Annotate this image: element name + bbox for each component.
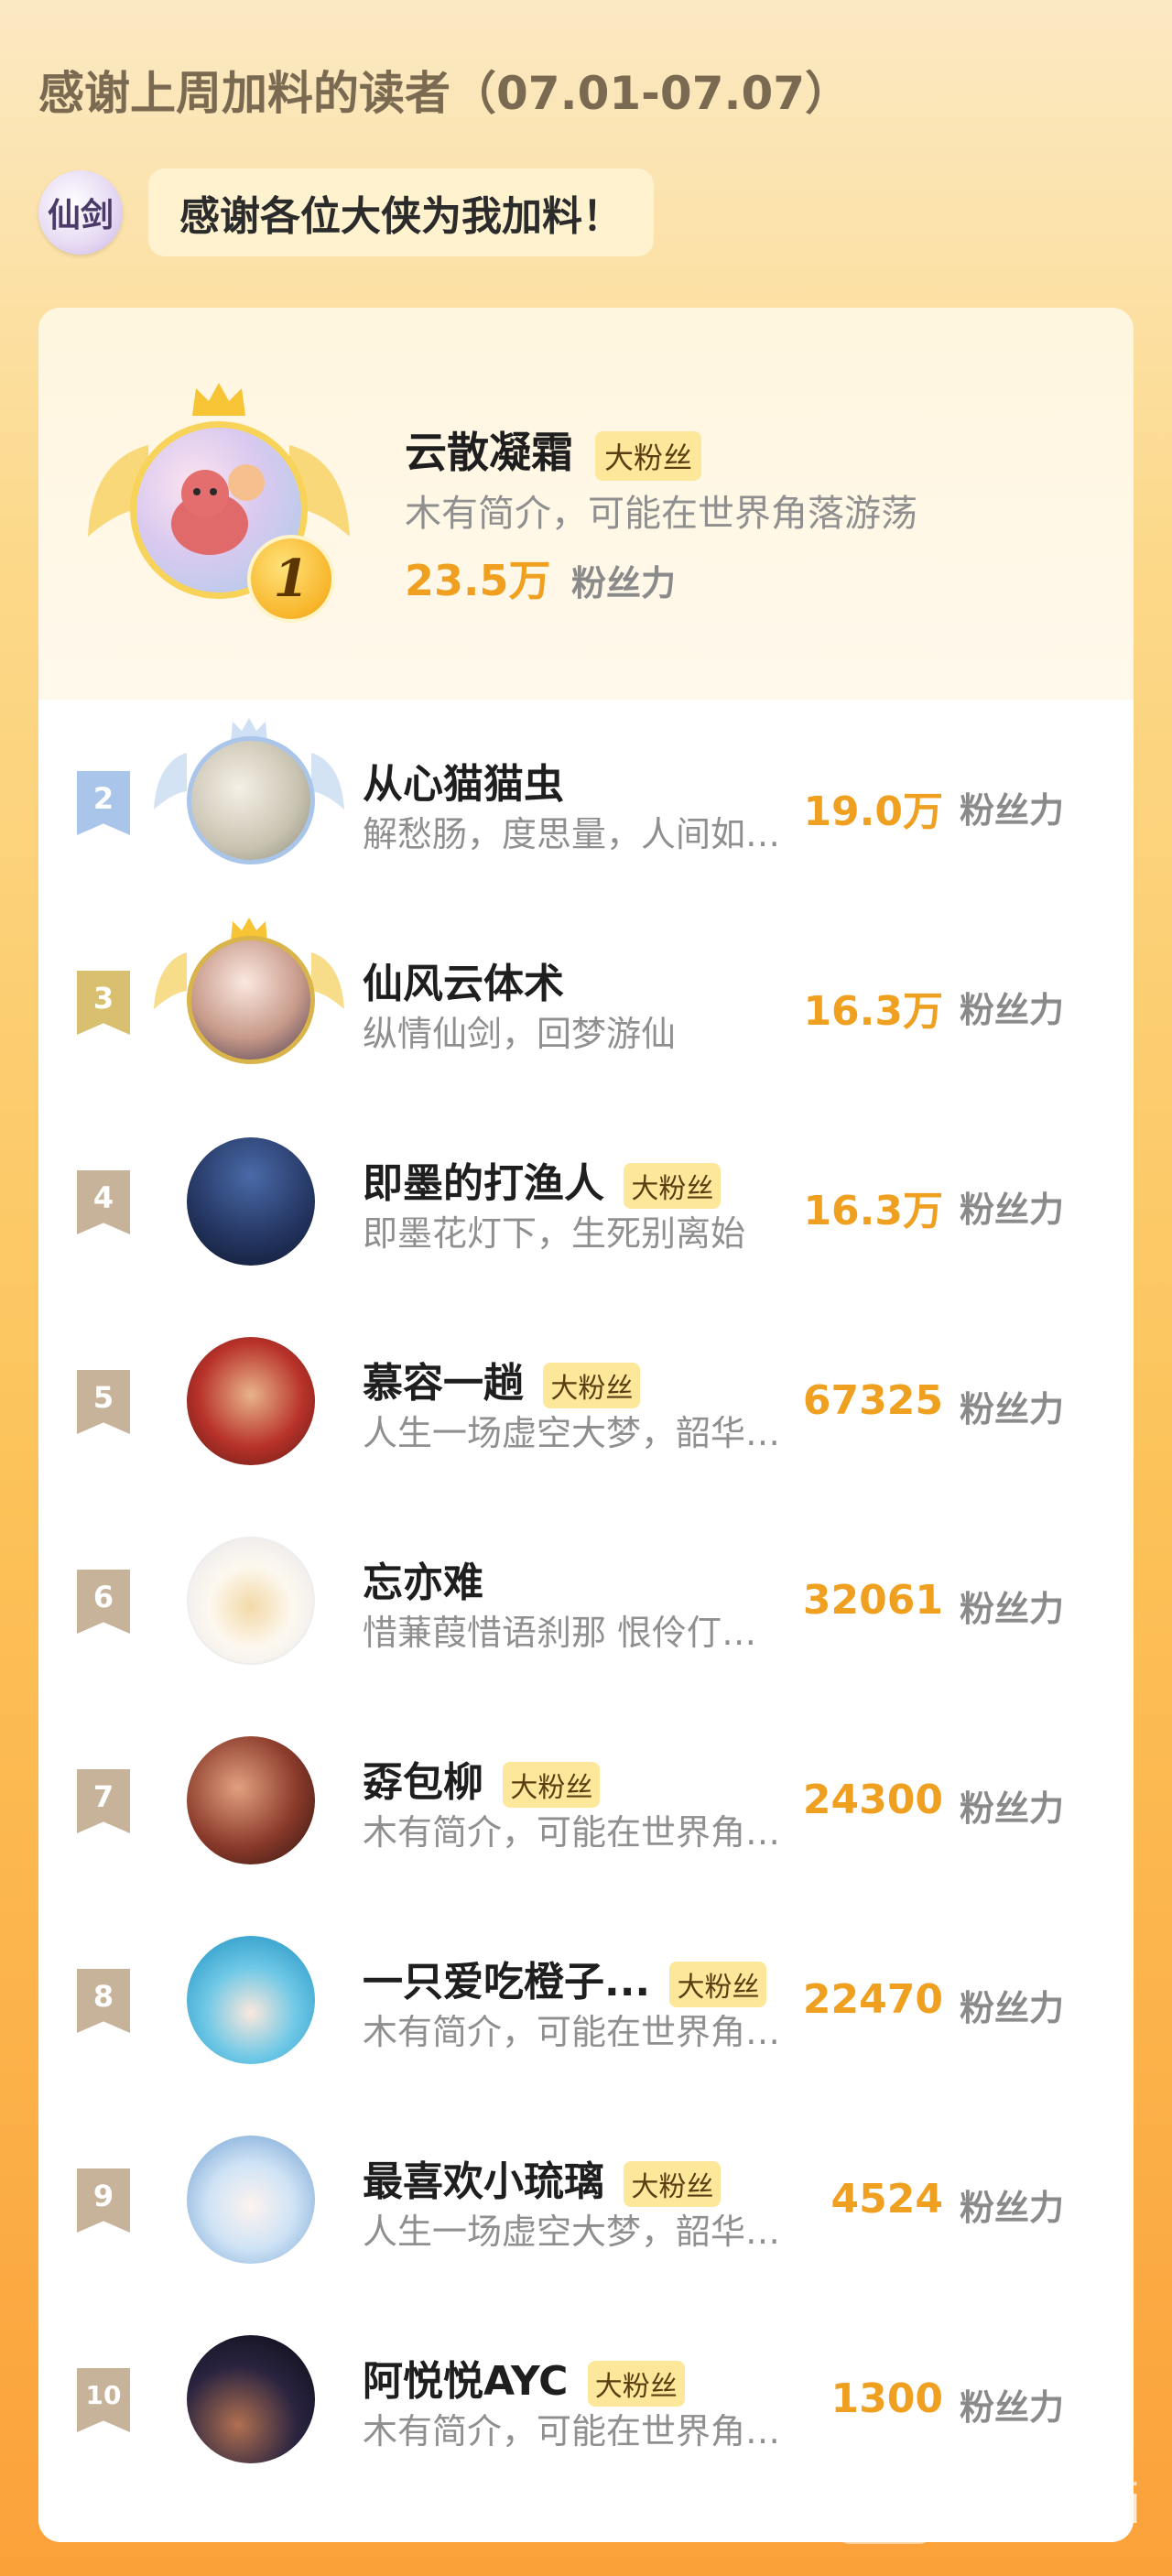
reader-name: 慕容一趟 大粉丝 — [363, 1350, 641, 1408]
kuaikan-watermark: 快看! 快看漫画 — [835, 2452, 1141, 2544]
top-reader-points: 23.5万 — [405, 556, 551, 605]
reader-description: 木有简介，可能在世界角… — [363, 2411, 781, 2451]
reader-name-text: 一只爱吃橙子... — [363, 1959, 651, 2005]
rank-flag: 3 — [77, 971, 130, 1035]
rank-flag: 8 — [77, 1969, 130, 2033]
reader-points: 1300 — [830, 2375, 943, 2422]
left-wing-icon — [154, 952, 187, 1009]
right-wing-icon — [311, 952, 344, 1009]
rank-1-medal: 1 — [247, 535, 335, 623]
reader-avatar — [187, 736, 315, 864]
reader-points: 24300 — [802, 1777, 943, 1823]
top-reader-points-unit: 粉丝力 — [571, 563, 677, 603]
kuaikan-watermark-text: 快看漫画 — [950, 2475, 1142, 2531]
reader-name: 阿悦悦AYC 大粉丝 — [363, 2348, 685, 2407]
reader-description: 人生一场虚空大梦，韶华… — [363, 1413, 781, 1453]
reader-points: 16.3万 — [803, 1188, 943, 1234]
reader-name-text: 阿悦悦AYC — [363, 2358, 569, 2405]
reader-points-unit: 粉丝力 — [960, 1788, 1065, 1829]
big-fan-badge: 大粉丝 — [595, 430, 702, 481]
top-reader-name: 云散凝霜 大粉丝 — [405, 419, 702, 481]
rank-flag: 4 — [77, 1170, 130, 1234]
reader-avatar — [187, 1137, 315, 1266]
reader-points-unit: 粉丝力 — [960, 790, 1065, 831]
reader-name: 一只爱吃橙子... 大粉丝 — [363, 1949, 767, 2007]
thanks-speech-bubble: 感谢各位大侠为我加料！ — [148, 168, 654, 256]
reader-avatar — [187, 1537, 315, 1665]
reader-points: 16.3万 — [803, 988, 943, 1035]
reader-name-text: 最喜欢小琉璃 — [363, 2158, 604, 2205]
big-fan-badge: 大粉丝 — [669, 1962, 767, 2007]
reader-avatar — [187, 1337, 315, 1465]
rank-flag: 9 — [77, 2168, 130, 2233]
reader-description: 木有简介，可能在世界角… — [363, 2012, 781, 2052]
reader-avatar — [187, 936, 315, 1064]
rank-flag: 5 — [77, 1370, 130, 1434]
reader-name: 最喜欢小琉璃 大粉丝 — [363, 2148, 722, 2207]
rank-flag: 6 — [77, 1570, 130, 1634]
reader-name: 忘亦难 — [363, 1560, 483, 1606]
reader-avatar — [187, 2136, 315, 2264]
big-fan-badge: 大粉丝 — [503, 1762, 601, 1808]
reader-points-unit: 粉丝力 — [960, 1589, 1065, 1629]
reader-points: 22470 — [802, 1976, 943, 2023]
reader-description: 解愁肠，度思量，人间如… — [363, 814, 781, 854]
reader-description: 纵情仙剑，回梦游仙 — [363, 1014, 677, 1054]
rank-flag: 10 — [77, 2368, 130, 2432]
right-wing-icon — [311, 753, 344, 810]
reader-name: 仙风云体术 — [363, 961, 564, 1007]
big-fan-badge: 大粉丝 — [587, 2361, 685, 2407]
reader-avatar — [187, 1936, 315, 2064]
reader-points-unit: 粉丝力 — [960, 2387, 1065, 2428]
reader-description: 木有简介，可能在世界角… — [363, 1812, 781, 1853]
reader-points-unit: 粉丝力 — [960, 1190, 1065, 1230]
reader-points: 32061 — [802, 1577, 943, 1624]
reader-points: 19.0万 — [803, 788, 943, 835]
reader-name-text: 孬包柳 — [363, 1759, 483, 1806]
reader-description: 即墨花灯下，生死别离始 — [363, 1213, 746, 1254]
reader-description: 惜蒹葭惜语刹那 恨伶仃… — [363, 1613, 757, 1653]
reader-name-text: 即墨的打渔人 — [363, 1160, 604, 1207]
big-fan-badge: 大粉丝 — [624, 1163, 722, 1209]
reader-name-text: 慕容一趟 — [363, 1360, 524, 1407]
thanks-banner: 仙剑 感谢各位大侠为我加料！ — [38, 167, 654, 258]
top-reader-name-text: 云散凝霜 — [405, 428, 573, 477]
top-reader-description: 木有简介，可能在世界角落游荡 — [405, 493, 917, 535]
leaderboard-card: 1 云散凝霜 大粉丝 木有简介，可能在世界角落游荡 23.5万 粉丝力 2 从心… — [38, 308, 1134, 2542]
rank-flag: 7 — [77, 1769, 130, 1833]
big-fan-badge: 大粉丝 — [543, 1363, 641, 1408]
reader-points: 67325 — [802, 1377, 943, 1424]
reader-avatar — [187, 1736, 315, 1864]
xianjian-logo: 仙剑 — [38, 170, 123, 255]
big-fan-badge: 大粉丝 — [624, 2161, 722, 2207]
top-reader-panel[interactable]: 1 云散凝霜 大粉丝 木有简介，可能在世界角落游荡 23.5万 粉丝力 — [38, 308, 1134, 700]
reader-points-unit: 粉丝力 — [960, 2188, 1065, 2228]
page-title: 感谢上周加料的读者（07.01-07.07） — [38, 67, 852, 120]
reader-avatar — [187, 2335, 315, 2463]
reader-name: 从心猫猫虫 — [363, 761, 564, 808]
reader-points: 4524 — [830, 2176, 943, 2223]
left-wing-icon — [154, 753, 187, 810]
crown-icon — [192, 383, 245, 416]
reader-name: 孬包柳 大粉丝 — [363, 1749, 601, 1808]
reader-points-unit: 粉丝力 — [960, 1389, 1065, 1429]
reader-points-unit: 粉丝力 — [960, 990, 1065, 1030]
kuaikan-logo-box: 快看! — [835, 2452, 934, 2544]
reader-name: 即墨的打渔人 大粉丝 — [363, 1150, 722, 1209]
reader-description: 人生一场虚空大梦，韶华… — [363, 2212, 781, 2252]
reader-points-unit: 粉丝力 — [960, 1988, 1065, 2028]
rank-flag: 2 — [77, 771, 130, 835]
